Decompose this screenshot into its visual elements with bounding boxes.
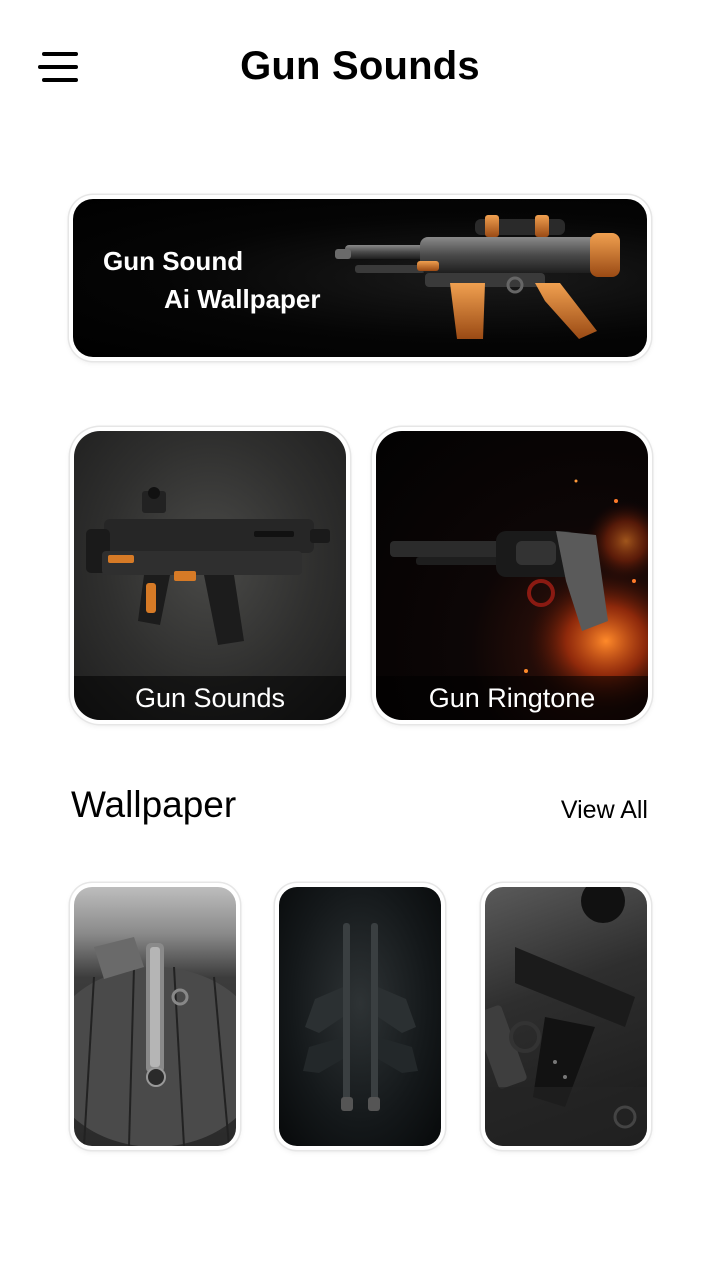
view-all-link[interactable]: View All <box>561 796 648 825</box>
feature-card-label: Gun Sounds <box>74 676 346 720</box>
feature-card-gun-sounds[interactable]: Gun Sounds <box>70 427 350 724</box>
black-pistol-image <box>485 887 647 1146</box>
wallpaper-section-title: Wallpaper <box>71 784 237 825</box>
banner-gun-image <box>335 215 620 339</box>
wallpaper-thumbnail-3[interactable] <box>481 883 651 1150</box>
feature-card-label: Gun Ringtone <box>376 676 648 720</box>
pistol-on-table-image <box>74 937 236 1146</box>
wallpaper-thumbnail-1[interactable] <box>70 883 240 1150</box>
ai-wallpaper-banner[interactable]: Gun Sound Ai Wallpaper <box>69 195 651 361</box>
twin-pistols-image <box>303 923 418 1111</box>
feature-card-gun-ringtone[interactable]: Gun Ringtone <box>372 427 652 724</box>
banner-title-line2: Ai Wallpaper <box>164 284 321 314</box>
banner-title-line1: Gun Sound <box>103 246 244 276</box>
page-title: Gun Sounds <box>240 44 480 88</box>
wallpaper-thumbnail-2[interactable] <box>275 883 445 1150</box>
top-app-bar: Gun Sounds <box>0 0 720 140</box>
